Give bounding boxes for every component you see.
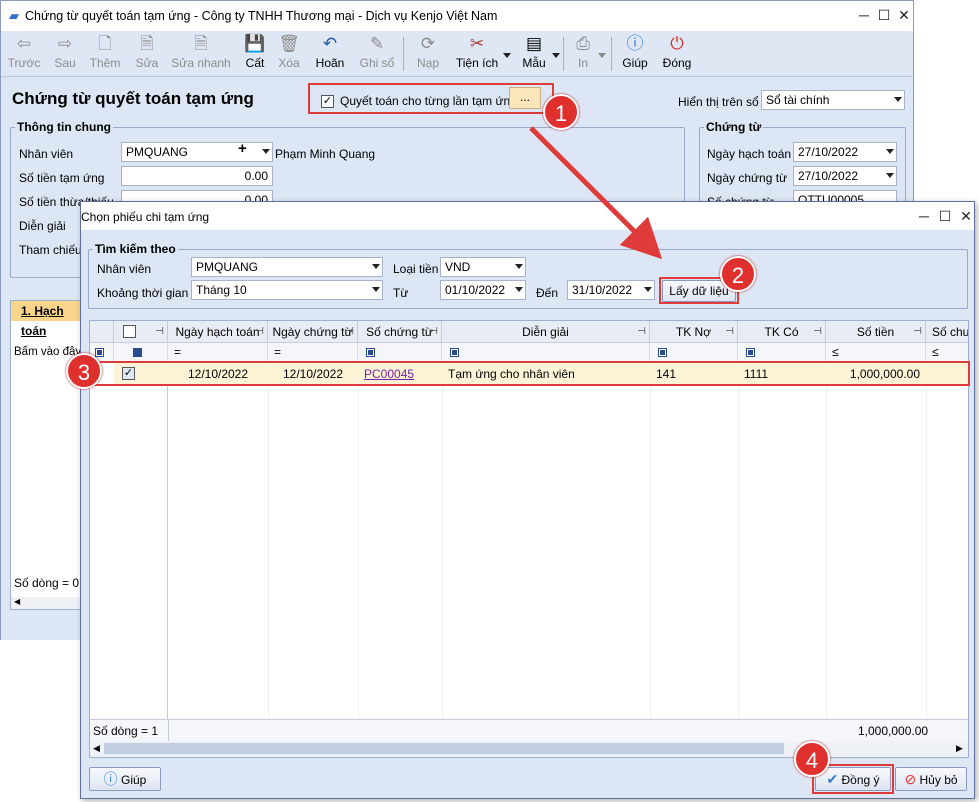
step-badge-4: 4	[794, 741, 830, 777]
step-badge-2: 2	[720, 256, 756, 292]
step-badge-1: 1	[543, 94, 579, 130]
step-badge-3: 3	[66, 353, 102, 389]
annotation-arrow	[529, 126, 663, 260]
